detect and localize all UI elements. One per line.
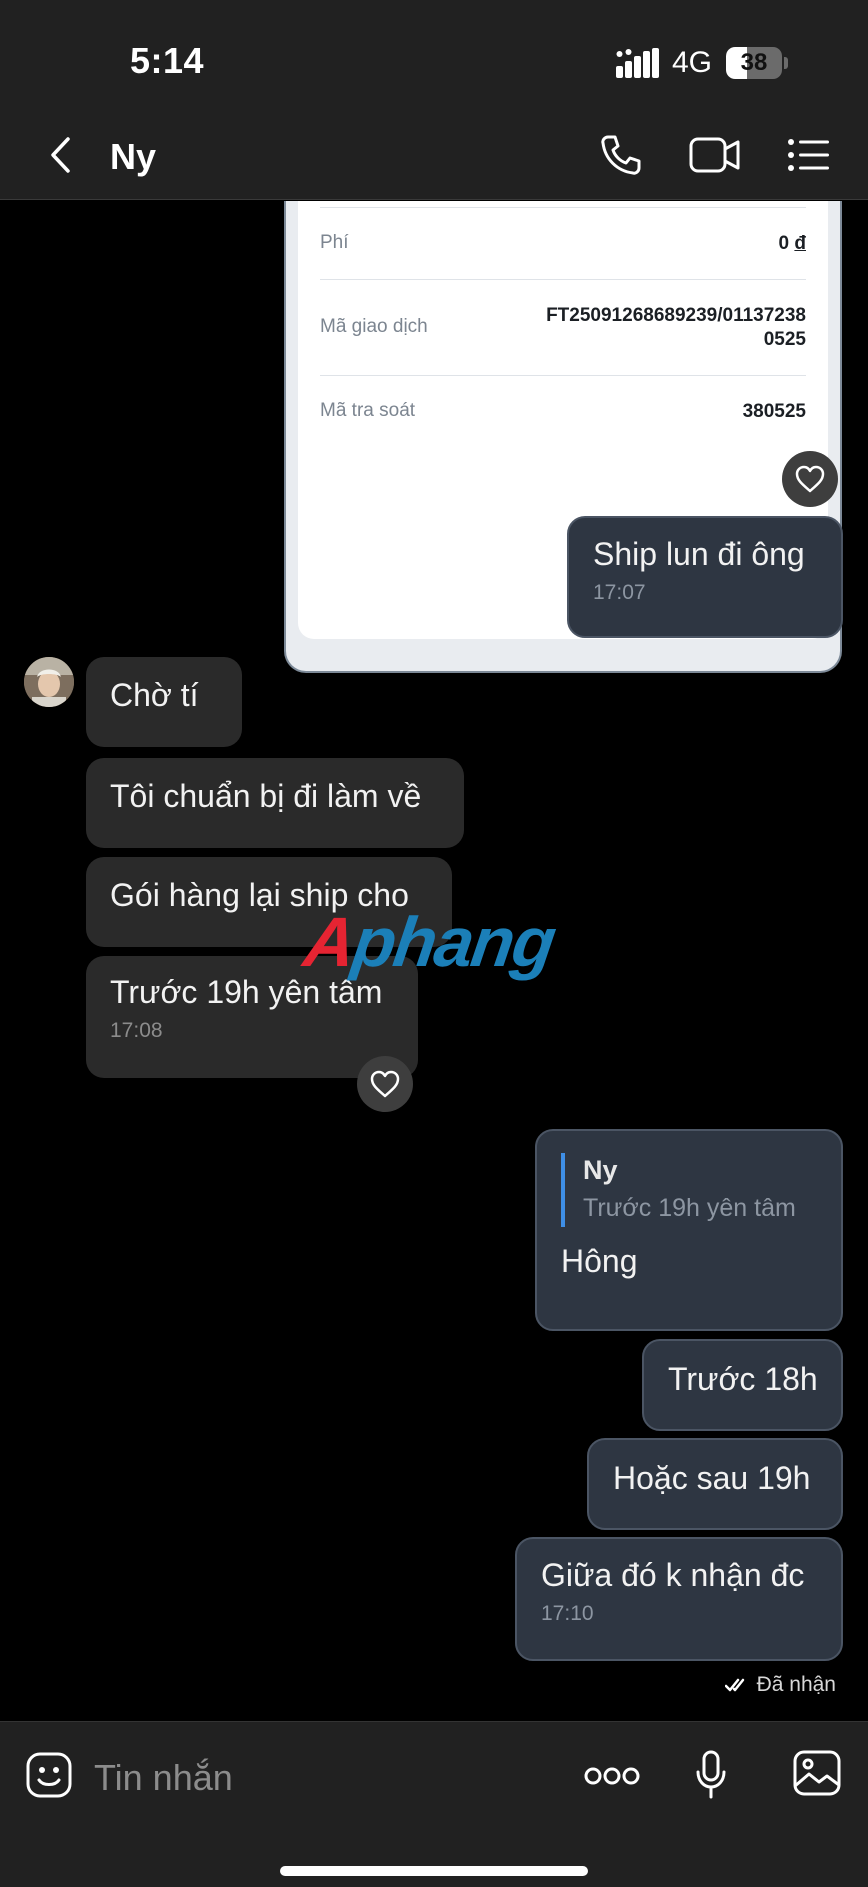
image-picker-button[interactable] [792, 1748, 842, 1798]
battery-cap [784, 57, 788, 69]
composer-bar [0, 1721, 868, 1887]
avatar-photo [24, 657, 74, 707]
fee-currency: đ [794, 233, 806, 254]
message-bubble-received[interactable]: Chờ tí [86, 657, 242, 747]
voice-call-button[interactable] [596, 130, 646, 180]
delivery-status: Đã nhận [724, 1673, 836, 1697]
reply-quote[interactable]: Ny Trước 19h yên tâm [561, 1153, 817, 1227]
message-text: Ship lun đi ông [593, 536, 805, 572]
trace-code-value: 380525 [742, 401, 806, 422]
message-time: 17:10 [541, 1602, 594, 1625]
reply-quote-text: Trước 19h yên tâm [583, 1194, 796, 1222]
message-text: Tôi chuẩn bị đi làm về [110, 778, 422, 814]
image-picker-icon [793, 1750, 841, 1796]
battery-percentage: 38 [740, 49, 768, 76]
transaction-id-value: FT25091268689239/01137238 0525 [506, 304, 806, 352]
double-check-icon [724, 1678, 744, 1692]
trace-code-row: Mã tra soát 380525 [320, 375, 806, 447]
transaction-id-line-1: FT25091268689239/01137238 [546, 305, 806, 326]
message-bubble-sent[interactable]: Giữa đó k nhận đc 17:10 [515, 1537, 843, 1661]
chat-options-button[interactable] [784, 130, 834, 180]
menu-list-icon [788, 139, 829, 171]
battery-icon: 38 [726, 47, 782, 79]
phone-icon [601, 135, 641, 175]
back-button[interactable] [40, 132, 80, 178]
watermark-word: phang [348, 903, 560, 981]
message-text: Hoặc sau 19h [613, 1460, 811, 1496]
delivery-status-text: Đã nhận [756, 1673, 836, 1696]
transaction-id-label: Mã giao dịch [320, 316, 428, 337]
message-text: Hông [561, 1243, 638, 1279]
sticker-button[interactable] [24, 1750, 74, 1800]
watermark-logo: Aphang [300, 903, 580, 981]
heart-icon [795, 465, 825, 493]
fee-value: 0 đ [779, 232, 806, 256]
message-bubble-sent-reply[interactable]: Ny Trước 19h yên tâm Hông [535, 1129, 843, 1331]
react-heart-button[interactable] [782, 451, 838, 507]
back-chevron-icon [51, 137, 70, 173]
transaction-id-row: Mã giao dịch FT25091268689239/01137238 0… [320, 279, 806, 375]
signal-strength-icon [616, 48, 659, 78]
voice-message-button[interactable] [694, 1748, 728, 1802]
message-bubble-sent[interactable]: Hoặc sau 19h [587, 1438, 843, 1530]
message-time: 17:07 [593, 581, 646, 604]
more-options-button[interactable] [584, 1758, 640, 1794]
network-type: 4G [672, 46, 713, 79]
sticker-icon [26, 1752, 72, 1798]
react-heart-button[interactable] [357, 1056, 413, 1112]
message-text: Chờ tí [110, 677, 199, 713]
chat-header: Ny [0, 110, 868, 200]
transaction-id-line-2: 0525 [763, 329, 806, 350]
message-input[interactable] [94, 1750, 554, 1806]
microphone-icon [696, 1750, 726, 1799]
contact-avatar[interactable] [24, 657, 74, 707]
status-bar: 5:14 4G 38 [0, 0, 868, 110]
message-time: 17:08 [110, 1019, 163, 1042]
fee-label: Phí [320, 232, 349, 253]
fee-amount: 0 [778, 233, 790, 254]
reply-quote-author: Ny [583, 1155, 618, 1185]
message-text: Giữa đó k nhận đc [541, 1557, 805, 1593]
video-call-button[interactable] [688, 130, 742, 180]
message-text: Trước 18h [668, 1361, 818, 1397]
video-call-icon [689, 137, 740, 173]
home-indicator[interactable] [280, 1866, 588, 1876]
status-time: 5:14 [130, 40, 205, 81]
message-bubble-received[interactable]: Tôi chuẩn bị đi làm về [86, 758, 464, 848]
fee-row: Phí 0 đ [320, 207, 806, 279]
trace-code-label: Mã tra soát [320, 400, 416, 421]
message-bubble-sent[interactable]: Trước 18h [642, 1339, 843, 1431]
contact-name[interactable]: Ny [110, 136, 156, 178]
heart-icon [370, 1070, 400, 1098]
message-bubble-sent[interactable]: Ship lun đi ông 17:07 [567, 516, 843, 638]
message-list[interactable]: Phí 0 đ Mã giao dịch FT25091268689239/01… [0, 201, 868, 1721]
more-options-icon [584, 1767, 640, 1785]
